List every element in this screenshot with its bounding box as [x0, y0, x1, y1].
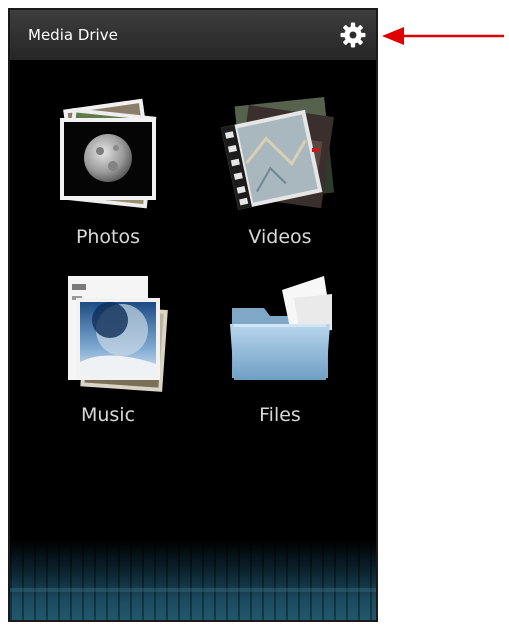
files-tile[interactable]: Files [205, 274, 355, 444]
videos-tile[interactable]: Videos [205, 96, 355, 266]
app-title: Media Drive [28, 26, 118, 44]
folder-icon [230, 276, 332, 380]
files-label: Files [259, 404, 301, 426]
action-bar: Media Drive [10, 10, 376, 61]
photos-label: Photos [75, 226, 141, 248]
settings-button[interactable] [338, 20, 368, 50]
phone-screen: Media Drive Photos Videos Music Files [8, 8, 378, 622]
music-tile[interactable]: Music [33, 274, 183, 444]
arrow-left-icon [382, 27, 504, 45]
music-label: Music [80, 404, 136, 426]
gear-icon [340, 22, 366, 48]
photos-stack-icon [60, 98, 157, 209]
photos-tile[interactable]: Photos [33, 96, 183, 266]
videos-stack-icon [220, 97, 335, 210]
bottom-decoration [10, 540, 376, 620]
videos-label: Videos [248, 226, 312, 248]
music-stack-icon [68, 276, 168, 392]
